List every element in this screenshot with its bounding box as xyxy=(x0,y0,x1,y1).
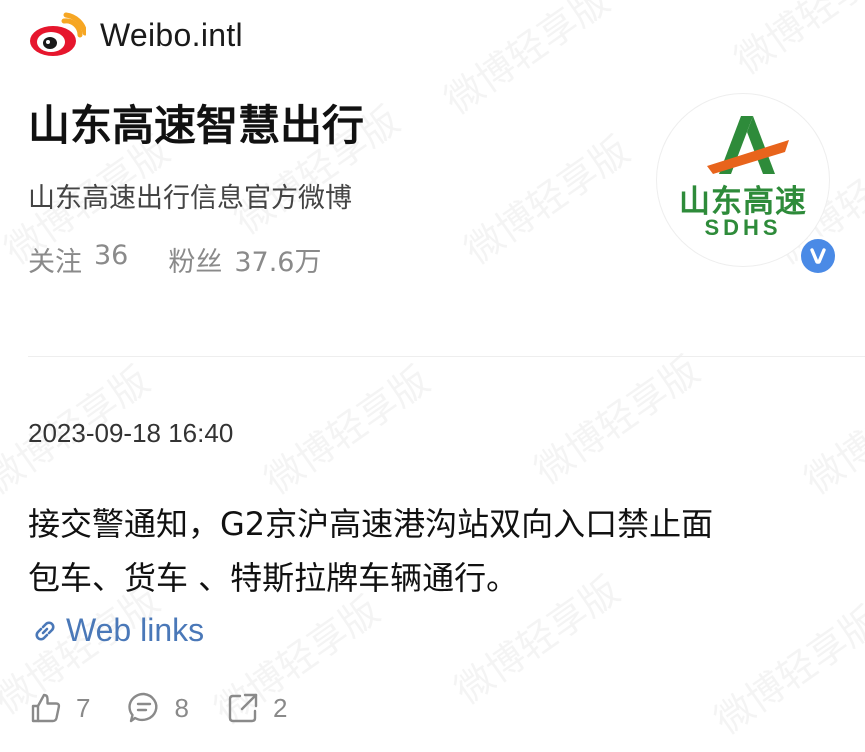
profile-stats: 关注 36 粉丝 37.6万 xyxy=(28,240,321,279)
brand-name: Weibo.intl xyxy=(100,16,243,53)
share-button[interactable]: 2 xyxy=(225,690,287,726)
following-count: 36 xyxy=(94,240,129,271)
thumbs-up-icon xyxy=(31,693,61,723)
profile-avatar[interactable]: 山东高速 SDHS xyxy=(657,94,838,280)
profile-description: 山东高速出行信息官方微博 xyxy=(28,183,352,214)
following-label: 关注 xyxy=(28,247,82,278)
comment-count: 8 xyxy=(174,692,189,723)
share-count: 2 xyxy=(272,692,288,723)
post-body: 接交警通知，G2京沪高速港沟站双向入口禁止面 包车、货车 、特斯拉牌车辆通行。 xyxy=(28,497,848,605)
profile-name: 山东高速智慧出行 xyxy=(28,101,365,150)
followers-count: 37.6万 xyxy=(234,247,322,278)
web-links-label: Web links xyxy=(66,612,205,648)
comment-icon xyxy=(128,692,158,723)
watermark: 微博轻享版 xyxy=(451,120,638,274)
watermark: 微博轻享版 xyxy=(251,350,438,504)
app-header: Weibo.intl xyxy=(28,10,243,60)
followers-stat[interactable]: 粉丝 37.6万 xyxy=(168,240,321,279)
post-text-line: 包车、货车 、特斯拉牌车辆通行。 xyxy=(28,559,519,597)
comment-button[interactable]: 8 xyxy=(126,690,189,726)
watermark: 微博轻享版 xyxy=(701,590,865,744)
web-links-link[interactable]: Web links xyxy=(30,612,204,649)
share-icon xyxy=(228,693,258,723)
followers-label: 粉丝 xyxy=(168,247,223,278)
post-timestamp: 2023-09-18 16:40 xyxy=(28,418,234,448)
post-actions: 7 8 2 xyxy=(28,690,287,726)
following-stat[interactable]: 关注 36 xyxy=(28,240,128,279)
watermark: 微博轻享版 xyxy=(721,0,865,85)
like-count: 7 xyxy=(76,692,91,723)
link-icon xyxy=(35,620,55,641)
weibo-logo-icon xyxy=(30,12,86,56)
watermark: 微博轻享版 xyxy=(791,350,865,504)
avatar: 山东高速 SDHS xyxy=(657,94,829,266)
watermark: 微博轻享版 xyxy=(431,0,618,125)
avatar-text-en: SDHS xyxy=(704,215,782,240)
watermark: 微博轻享版 xyxy=(521,340,708,494)
divider xyxy=(28,356,865,357)
verified-v-icon xyxy=(798,236,838,276)
like-button[interactable]: 7 xyxy=(28,690,90,726)
post-text-line: 接交警通知，G2京沪高速港沟站双向入口禁止面 xyxy=(28,505,714,543)
